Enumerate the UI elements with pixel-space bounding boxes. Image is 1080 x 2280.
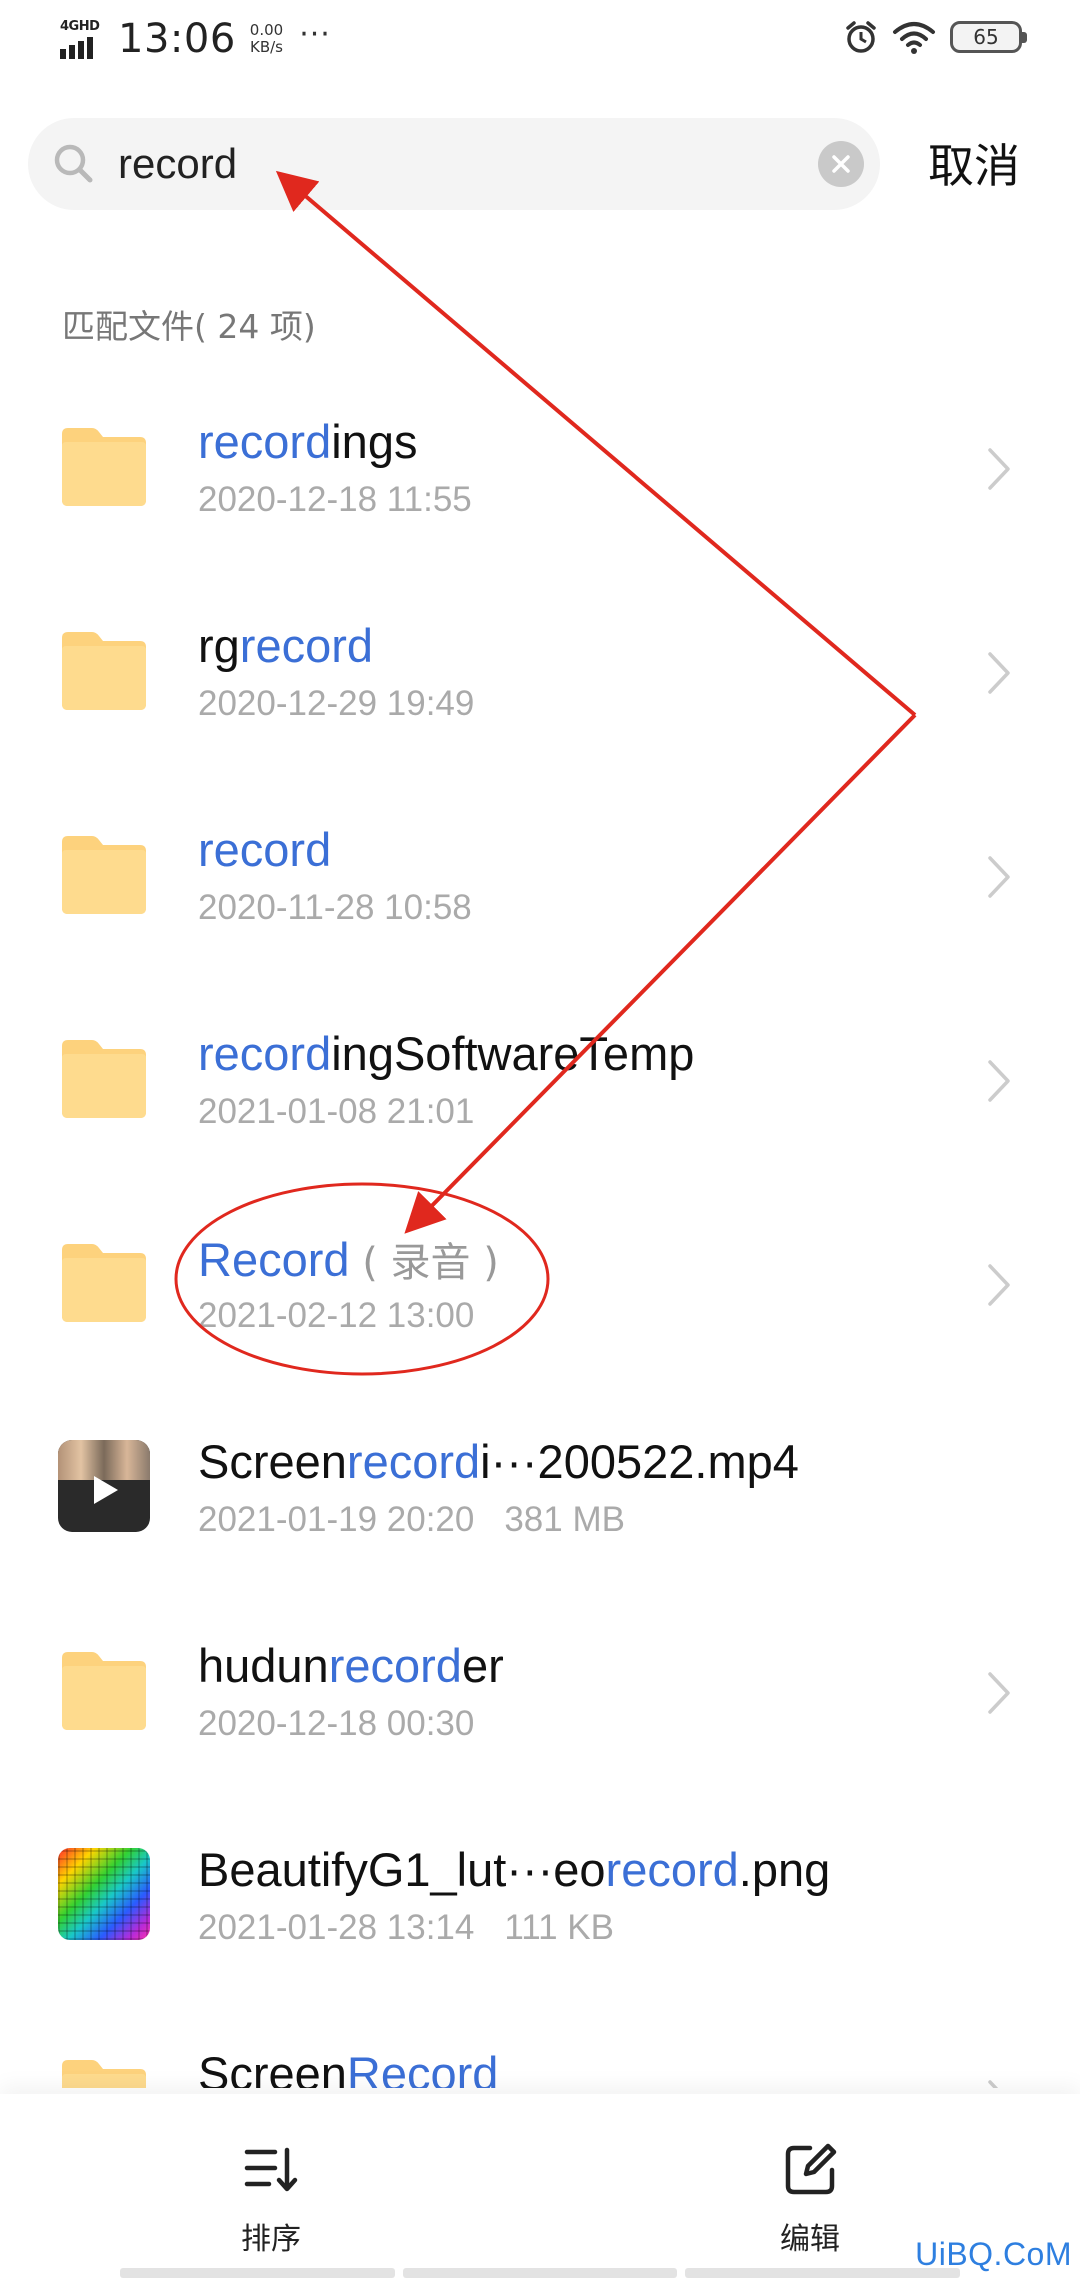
sort-button[interactable]: 排序 [201,2140,341,2260]
folder-alias: ( 录音 ) [349,1240,499,1286]
file-name: Screenrecordi···200522.mp4 [198,1435,799,1488]
folder-icon [58,624,150,716]
cancel-button[interactable]: 取消 [928,130,1020,196]
list-item[interactable]: record 2020-11-28 10:58 [0,776,1080,980]
file-date: 2020-11-28 10:58 [198,888,472,927]
network-speed: 0.00 KB/s [249,21,284,56]
chevron-right-icon [988,1060,1010,1102]
clock: 13:06 [118,16,236,62]
more-notifications-icon: ··· [299,16,331,52]
navigation-handle[interactable] [120,2268,961,2278]
file-name: recordings [198,415,418,468]
alarm-icon [846,21,876,53]
folder-icon [58,2052,150,2088]
video-thumbnail [58,1440,150,1532]
file-name: BeautifyG1_lut···eorecord.png [198,1843,831,1896]
edit-icon [785,2143,837,2195]
list-item[interactable]: recordingSoftwareTemp 2021-01-08 21:01 [0,980,1080,1184]
cellular-signal-icon: 4GHD [60,19,104,59]
list-item[interactable]: rgrecord 2020-12-29 19:49 [0,572,1080,776]
list-item[interactable]: recordings 2020-12-18 11:55 [0,368,1080,572]
folder-icon [58,1032,150,1124]
file-date: 2021-02-12 13:00 [198,1296,475,1335]
close-icon [832,155,850,173]
folder-icon [58,828,150,920]
chevron-right-icon [988,856,1010,898]
sort-icon [244,2147,298,2192]
folder-icon [58,1644,150,1736]
battery-icon: 65 [950,21,1027,53]
search-icon [54,144,93,183]
file-meta: 2021-01-28 13:14 111 KB [198,1908,614,1947]
list-item[interactable]: Record ( 录音 ) 2021-02-12 13:00 [0,1184,1080,1388]
file-date: 2020-12-18 00:30 [198,1704,475,1743]
file-name: rgrecord [198,619,374,672]
chevron-right-icon [988,1672,1010,1714]
file-list[interactable]: recordings 2020-12-18 11:55 rgrecord 202… [0,368,1080,2088]
chevron-right-icon [988,2080,999,2088]
edit-button[interactable]: 编辑 [740,2140,880,2260]
status-bar: 4GHD 13:06 0.00 KB/s ··· 65 [0,0,1080,84]
results-count-header: 匹配文件( 24 项) [62,307,316,346]
file-name: ScreenRecord [198,2047,499,2088]
list-item[interactable]: BeautifyG1_lut···eorecord.png 2021-01-28… [0,1796,1080,2000]
list-item[interactable]: ScreenRecord [0,2000,1080,2088]
watermark: UiBQ.CoM [915,2236,1072,2272]
battery-level: 65 [973,25,999,49]
file-date: 2021-01-08 21:01 [198,1092,475,1131]
chevron-right-icon [988,652,1010,694]
wifi-icon [893,22,935,54]
network-type: 4GHD [60,19,100,34]
file-date: 2020-12-29 19:49 [198,684,475,723]
search-input[interactable] [118,118,798,210]
clear-search-button[interactable] [818,141,864,187]
file-name: record [198,823,332,876]
image-thumbnail [58,1848,150,1940]
play-icon [94,1476,118,1504]
list-item[interactable]: Screenrecordi···200522.mp4 2021-01-19 20… [0,1388,1080,1592]
folder-icon [58,1236,150,1328]
chevron-right-icon [988,1264,1010,1306]
search-bar[interactable] [28,118,880,210]
file-name: hudunrecorder [198,1639,504,1692]
list-item[interactable]: hudunrecorder 2020-12-18 00:30 [0,1592,1080,1796]
file-name: recordingSoftwareTemp [198,1027,695,1080]
file-date: 2020-12-18 11:55 [198,480,472,519]
file-meta: 2021-01-19 20:20 381 MB [198,1500,625,1539]
file-name: Record ( 录音 ) [198,1233,499,1286]
folder-icon [58,420,150,512]
chevron-right-icon [988,448,1010,490]
